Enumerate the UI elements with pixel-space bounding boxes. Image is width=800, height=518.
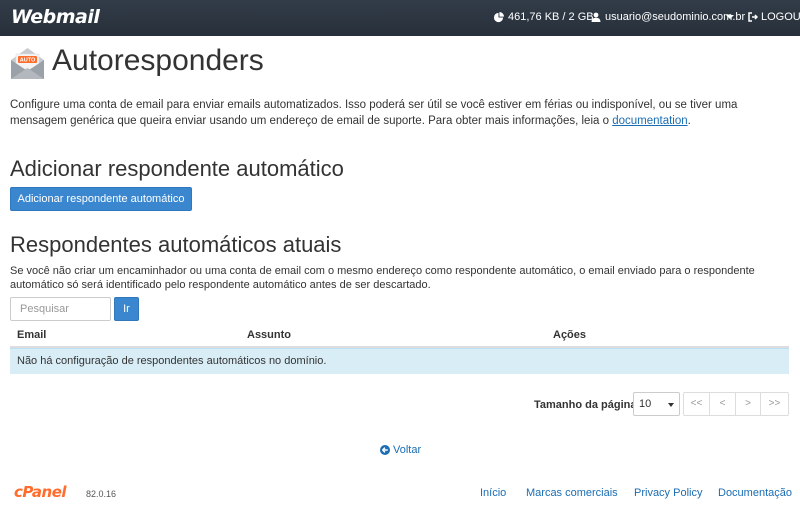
- select-arrow-icon: [668, 403, 674, 407]
- logout-icon: [748, 12, 758, 22]
- pie-chart-icon: [493, 11, 504, 22]
- empty-table-message: Não há configuração de respondentes auto…: [10, 348, 789, 374]
- cpanel-logo[interactable]: cPanel: [14, 483, 67, 501]
- chevron-down-icon[interactable]: [726, 15, 734, 19]
- description-end: .: [687, 115, 691, 127]
- page-description: Configure uma conta de email para enviar…: [10, 97, 790, 129]
- first-page-button[interactable]: <<: [683, 392, 710, 416]
- circle-arrow-left-icon: [380, 445, 390, 455]
- top-bar: Webmail 461,76 KB / 2 GB usuario@seudomi…: [0, 0, 800, 36]
- user-menu[interactable]: usuario@seudominio.com.br: [591, 11, 745, 23]
- back-link[interactable]: Voltar: [380, 444, 421, 456]
- user-icon: [591, 12, 601, 22]
- webmail-logo[interactable]: Webmail: [11, 6, 100, 28]
- logout-button[interactable]: LOGOUT: [748, 11, 800, 23]
- logout-label: LOGOUT: [761, 11, 800, 23]
- column-subject[interactable]: Assunto: [247, 329, 291, 341]
- svg-text:AUTO: AUTO: [20, 58, 36, 64]
- footer-link-home[interactable]: Início: [480, 487, 506, 499]
- table-header: Email Assunto Ações: [10, 324, 789, 348]
- column-actions: Ações: [553, 329, 587, 341]
- search-button[interactable]: Ir: [114, 297, 139, 321]
- autoresponders-table: Email Assunto Ações Não há configuração …: [10, 324, 789, 374]
- add-autoresponder-heading: Adicionar respondente automático: [10, 156, 344, 181]
- user-email: usuario@seudominio.com.br: [605, 11, 746, 23]
- autoresponder-note: Se você não criar um encaminhador ou uma…: [10, 265, 755, 291]
- add-autoresponder-button[interactable]: Adicionar respondente automático: [10, 187, 192, 211]
- footer-link-trademarks[interactable]: Marcas comerciais: [526, 487, 618, 499]
- disk-usage-text: 461,76 KB / 2 GB: [508, 11, 594, 23]
- column-email[interactable]: Email: [17, 329, 46, 341]
- version-number: 82.0.16: [86, 489, 117, 499]
- disk-usage: 461,76 KB / 2 GB: [493, 11, 594, 23]
- autoresponder-envelope-icon: AUTO: [11, 48, 44, 79]
- documentation-link[interactable]: documentation: [612, 115, 687, 127]
- footer-link-documentation[interactable]: Documentação: [718, 487, 792, 499]
- page-size-label: Tamanho da página: [534, 399, 637, 411]
- page-size-select[interactable]: 10: [633, 392, 680, 416]
- page-title: Autoresponders: [52, 44, 264, 77]
- previous-page-button[interactable]: <: [709, 392, 736, 416]
- current-autoresponders-heading: Respondentes automáticos atuais: [10, 232, 342, 257]
- footer-link-privacy[interactable]: Privacy Policy: [634, 487, 702, 499]
- back-label: Voltar: [393, 444, 422, 456]
- page-size-value: 10: [639, 398, 652, 410]
- last-page-button[interactable]: >>: [760, 392, 789, 416]
- next-page-button[interactable]: >: [735, 392, 761, 416]
- search-input[interactable]: [10, 297, 111, 321]
